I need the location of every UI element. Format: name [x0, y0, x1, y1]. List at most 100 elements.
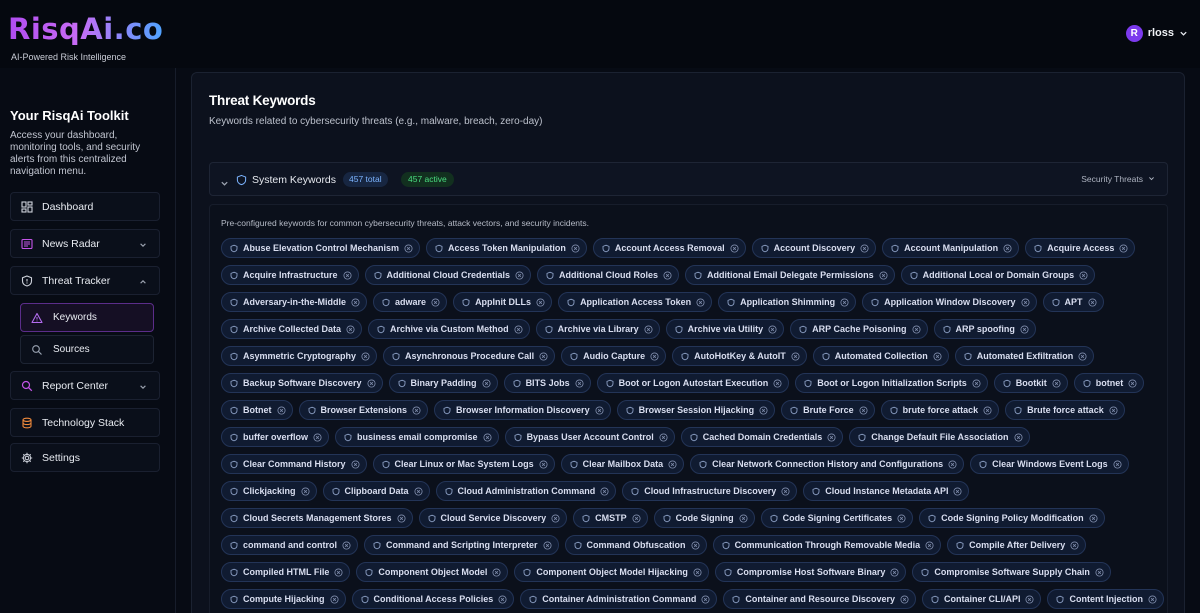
remove-keyword-icon[interactable]	[696, 297, 705, 307]
remove-keyword-icon[interactable]	[397, 513, 406, 523]
keyword-chip[interactable]: Communication Through Removable Media	[712, 535, 942, 555]
keyword-chip[interactable]: Access Token Manipulation	[426, 238, 587, 258]
keyword-chip[interactable]: Audio Capture	[561, 346, 667, 366]
remove-keyword-icon[interactable]	[600, 486, 609, 496]
keyword-chip[interactable]: Compromise Software Supply Chain	[912, 562, 1111, 582]
keyword-chip[interactable]: Automated Exfiltration	[954, 346, 1095, 366]
keyword-chip[interactable]: AutoHotKey & AutoIT	[672, 346, 807, 366]
remove-keyword-icon[interactable]	[691, 540, 700, 550]
remove-keyword-icon[interactable]	[1148, 594, 1157, 604]
remove-keyword-icon[interactable]	[781, 486, 790, 496]
remove-keyword-icon[interactable]	[859, 405, 868, 415]
keyword-chip[interactable]: command and control	[221, 535, 359, 555]
remove-keyword-icon[interactable]	[342, 540, 351, 550]
remove-keyword-icon[interactable]	[1052, 378, 1061, 388]
remove-keyword-icon[interactable]	[890, 567, 899, 577]
remove-keyword-icon[interactable]	[693, 567, 702, 577]
remove-keyword-icon[interactable]	[644, 324, 653, 334]
keyword-chip[interactable]: botnet	[1073, 373, 1145, 393]
keyword-chip[interactable]: Additional Email Delegate Permissions	[685, 265, 895, 285]
remove-keyword-icon[interactable]	[1128, 378, 1137, 388]
keyword-chip[interactable]: Cloud Service Discovery	[418, 508, 568, 528]
keyword-chip[interactable]: Clear Command History	[221, 454, 367, 474]
keyword-chip[interactable]: Asynchronous Procedure Call	[383, 346, 556, 366]
keyword-chip[interactable]: Archive Collected Data	[221, 319, 363, 339]
remove-keyword-icon[interactable]	[431, 297, 440, 307]
sidebar-item-news-radar[interactable]: News Radar	[10, 229, 160, 258]
keyword-chip[interactable]: Bootkit	[993, 373, 1068, 393]
keyword-chip[interactable]: Cloud Administration Command	[435, 481, 617, 501]
sidebar-item-technology-stack[interactable]: Technology Stack	[10, 408, 160, 437]
remove-keyword-icon[interactable]	[897, 513, 906, 523]
remove-keyword-icon[interactable]	[334, 567, 343, 577]
keyword-chip[interactable]: Archive via Library	[535, 319, 660, 339]
keyword-chip[interactable]: Command and Scripting Interpreter	[364, 535, 559, 555]
keyword-chip[interactable]: Cached Domain Credentials	[680, 427, 844, 447]
keyword-chip[interactable]: Clipboard Data	[322, 481, 430, 501]
remove-keyword-icon[interactable]	[1089, 513, 1098, 523]
remove-keyword-icon[interactable]	[539, 459, 548, 469]
remove-keyword-icon[interactable]	[1070, 540, 1079, 550]
keyword-chip[interactable]: Browser Information Discovery	[434, 400, 611, 420]
keyword-chip[interactable]: Command Obfuscation	[564, 535, 707, 555]
keyword-chip[interactable]: Additional Local or Domain Groups	[900, 265, 1096, 285]
remove-keyword-icon[interactable]	[860, 243, 869, 253]
remove-keyword-icon[interactable]	[367, 378, 376, 388]
keyword-chip[interactable]: Bypass User Account Control	[504, 427, 675, 447]
keyword-chip[interactable]: Binary Padding	[388, 373, 498, 393]
remove-keyword-icon[interactable]	[1013, 432, 1023, 442]
keyword-chip[interactable]: Account Manipulation	[882, 238, 1020, 258]
keyword-chip[interactable]: Browser Extensions	[298, 400, 429, 420]
category-dropdown[interactable]: Security Threats	[1081, 174, 1155, 184]
remove-keyword-icon[interactable]	[492, 567, 501, 577]
keyword-chip[interactable]: Container and Resource Discovery	[723, 589, 916, 609]
remove-keyword-icon[interactable]	[313, 432, 322, 442]
keyword-chip[interactable]: Code Signing Certificates	[760, 508, 914, 528]
remove-keyword-icon[interactable]	[404, 243, 413, 253]
keyword-chip[interactable]: Code Signing Policy Modification	[919, 508, 1105, 528]
remove-keyword-icon[interactable]	[351, 297, 360, 307]
remove-keyword-icon[interactable]	[575, 378, 584, 388]
remove-keyword-icon[interactable]	[768, 324, 777, 334]
remove-keyword-icon[interactable]	[933, 351, 942, 361]
keyword-chip[interactable]: Change Default File Association	[849, 427, 1030, 447]
keyword-chip[interactable]: Clear Linux or Mac System Logs	[372, 454, 555, 474]
remove-keyword-icon[interactable]	[1109, 405, 1118, 415]
keyword-chip[interactable]: Browser Session Hijacking	[616, 400, 776, 420]
keyword-chip[interactable]: Clear Windows Event Logs	[970, 454, 1129, 474]
keyword-chip[interactable]: Account Access Removal	[592, 238, 746, 258]
keyword-chip[interactable]: Additional Cloud Credentials	[364, 265, 532, 285]
keyword-chip[interactable]: Boot or Logon Initialization Scripts	[795, 373, 988, 393]
keyword-chip[interactable]: Application Shimming	[718, 292, 857, 312]
keyword-chip[interactable]: AppInit DLLs	[453, 292, 553, 312]
keyword-chip[interactable]: Brute force attack	[1005, 400, 1125, 420]
keyword-chip[interactable]: Clickjacking	[221, 481, 317, 501]
keyword-chip[interactable]: Compute Hijacking	[221, 589, 346, 609]
keyword-chip[interactable]: Container Administration Command	[520, 589, 718, 609]
remove-keyword-icon[interactable]	[595, 405, 604, 415]
sidebar-item-report-center[interactable]: Report Center	[10, 371, 160, 400]
remove-keyword-icon[interactable]	[668, 459, 677, 469]
remove-keyword-icon[interactable]	[879, 270, 888, 280]
keyword-chip[interactable]: brute force attack	[880, 400, 1000, 420]
user-menu[interactable]: R rloss	[1125, 24, 1188, 42]
remove-keyword-icon[interactable]	[730, 243, 739, 253]
remove-keyword-icon[interactable]	[1079, 270, 1088, 280]
sidebar-item-settings[interactable]: Settings	[10, 443, 160, 472]
remove-keyword-icon[interactable]	[351, 459, 360, 469]
remove-keyword-icon[interactable]	[482, 378, 491, 388]
remove-keyword-icon[interactable]	[900, 594, 909, 604]
remove-keyword-icon[interactable]	[571, 243, 580, 253]
keyword-chip[interactable]: Compile After Delivery	[947, 535, 1087, 555]
remove-keyword-icon[interactable]	[1078, 351, 1087, 361]
remove-keyword-icon[interactable]	[1088, 297, 1097, 307]
keyword-chip[interactable]: Code Signing	[653, 508, 755, 528]
chevron-down-icon[interactable]	[220, 175, 229, 193]
remove-keyword-icon[interactable]	[972, 378, 981, 388]
keyword-chip[interactable]: Component Object Model Hijacking	[514, 562, 709, 582]
keyword-chip[interactable]: Abuse Elevation Control Mechanism	[221, 238, 421, 258]
sidebar-item-threat-tracker[interactable]: Threat Tracker	[10, 266, 160, 295]
keyword-chip[interactable]: APT	[1042, 292, 1104, 312]
keyword-chip[interactable]: Account Discovery	[751, 238, 877, 258]
remove-keyword-icon[interactable]	[1020, 324, 1029, 334]
